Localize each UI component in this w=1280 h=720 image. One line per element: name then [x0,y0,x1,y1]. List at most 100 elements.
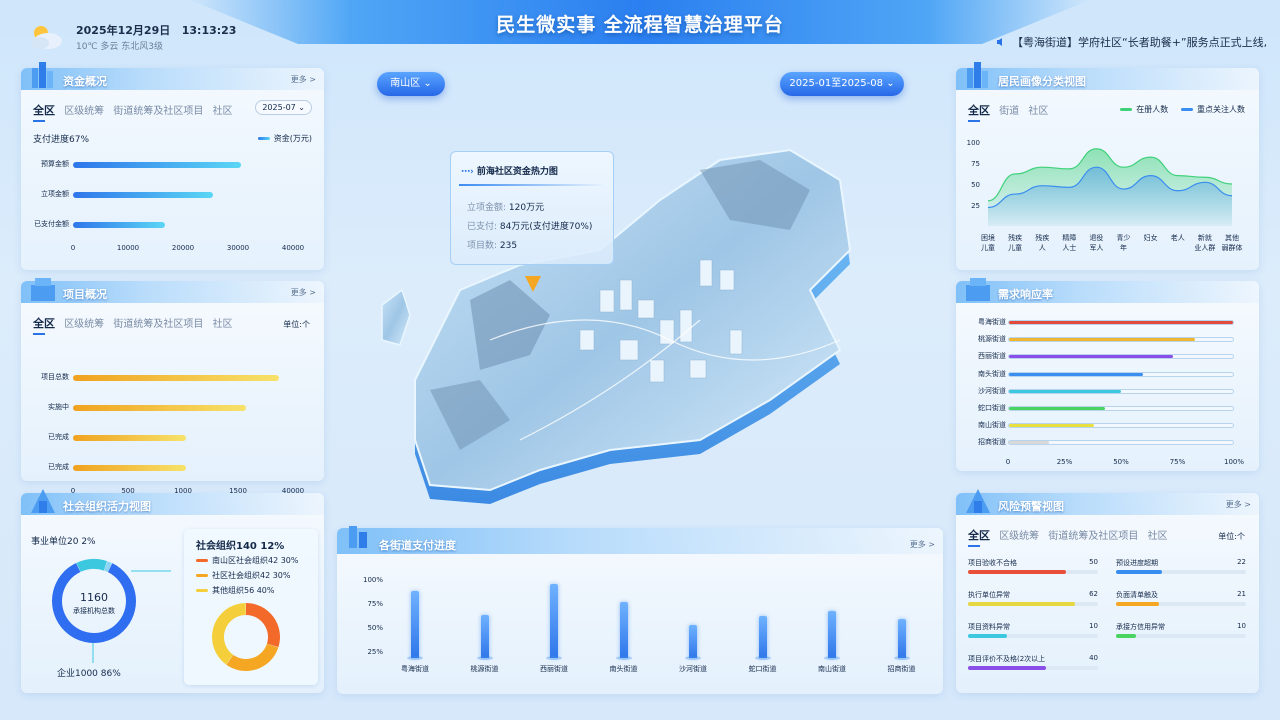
bar-label: 已完成 [48,433,69,441]
tab-street[interactable]: 街道统筹及社区项目 [113,106,203,117]
tab-street[interactable]: 街道统筹及社区项目 [113,319,203,330]
tab-all[interactable]: 全区 [968,529,990,542]
date-range-dropdown[interactable]: 2025-01至2025-08 ⌄ [780,72,904,96]
risk-item-value: 10 [1237,622,1246,630]
risk-item-label: 项目评价不及格(2次以上 [968,655,1046,663]
y-axis-tick: 25 [971,202,980,210]
donut-slice [246,603,280,648]
bar-track [1008,423,1234,429]
bar-label: 预算金额 [41,160,69,168]
tooltip-title: ⋯› 前海社区资金热力图 [461,167,558,177]
tab-community[interactable]: 社区 [213,106,233,117]
social-org-donut [212,603,280,671]
risk-item-label: 项目验收不合格 [968,559,1017,567]
axis-tick: 20000 [171,244,195,252]
column-bar [550,583,558,658]
bar-label: 南山街道 [978,421,1006,430]
column-bar [480,614,489,658]
tab-street[interactable]: 街道 [999,106,1019,117]
unit-label: 单位:个 [283,320,310,329]
axis-tick: 30000 [226,244,250,252]
tab-all[interactable]: 全区 [33,317,55,330]
panel-title: 需求响应率 [998,288,1053,301]
bar-fill [1009,389,1121,393]
risk-fill [1116,570,1162,574]
panel-header: 社会组织活力视图 [21,489,324,515]
tab-all[interactable]: 全区 [968,104,990,117]
more-link[interactable]: 更多 > [1226,499,1251,510]
column-base [893,656,910,660]
column-bar [758,616,767,658]
tab-district[interactable]: 区级统筹 [64,319,104,330]
tab-community[interactable]: 社区 [213,319,233,330]
residents-tabs: 全区 街道 社区 [968,102,1054,118]
bar-track [1008,320,1234,325]
tab-street[interactable]: 街道统筹及社区项目 [1048,531,1138,542]
funds-panel: 资金概况 更多 > 全区 区级统筹 街道统筹及社区项目 社区 2025-07 ⌄… [21,62,324,270]
panel-title: 社会组织活力视图 [63,500,151,513]
district-dropdown[interactable]: 南山区 ⌄ [377,72,445,96]
panel-header: 需求响应率 [956,278,1259,303]
tab-district[interactable]: 区级统筹 [999,531,1039,542]
bar-label: 蛇口街道 [978,404,1006,412]
orgs-panel: 社会组织活力视图 1160 承接机构总数 事业单位20 2% 企业1000 86… [21,489,324,693]
tab-community[interactable]: 社区 [1028,106,1048,117]
panel-header: 风险预警视图 更多 > [956,489,1259,515]
risk-item-label: 负面清单触及 [1116,591,1158,599]
social-org-title: 社会组织140 12% [196,541,285,552]
risk-track [1116,602,1246,606]
column-label: 西丽街道 [540,665,568,673]
risk-fill [968,570,1066,574]
bar-label: 已支付金额 [34,220,69,228]
y-axis-tick: 50% [367,624,383,632]
bar-label: 已完成 [48,463,69,471]
column-label: 粤海街道 [401,665,429,673]
tab-community[interactable]: 社区 [1148,531,1168,542]
bar-fill [1009,407,1106,410]
legend-item: 社区社会组织42 30% [196,570,299,581]
panel-title: 居民画像分类视图 [998,75,1086,88]
bar [73,162,241,168]
more-link[interactable]: 更多 > [910,539,935,550]
axis-tick: 100% [1223,458,1244,466]
column-base [407,656,423,660]
bar-label: 沙河街道 [978,386,1006,395]
tab-district[interactable]: 区级统筹 [64,106,104,117]
donut-slice [212,603,246,665]
risk-tabs: 全区 区级统筹 街道统筹及社区项目 社区 [968,527,1174,543]
risk-fill [968,602,1075,606]
y-axis-tick: 25% [367,648,383,656]
axis-tick: 0 [70,244,76,252]
month-dropdown[interactable]: 2025-07 ⌄ [255,100,312,115]
column-label: 蛇口街道 [748,665,777,673]
column-base [476,656,493,660]
cloudy-sun-icon [31,26,62,49]
building-icon [32,62,53,88]
bar [73,192,214,198]
tab-all[interactable]: 全区 [33,104,55,117]
column-label: 沙河街道 [679,665,707,673]
risk-track [968,666,1098,670]
bar-label: 桃源街道 [978,335,1006,344]
projects-panel: 项目概况 更多 > 全区 区级统筹 街道统筹及社区项目 社区 单位:个 项目总数… [21,278,324,495]
bar-track [1008,354,1234,360]
news-ticker[interactable]: 【粤海街道】学府社区“长者助餐+”服务点正式上线, [996,34,1280,48]
risk-track [968,634,1098,638]
axis-tick: 25% [1056,458,1073,466]
bar-fill [1009,424,1095,428]
risk-track [968,570,1098,574]
residents-legend: 在册人数 重点关注人数 [1120,104,1245,115]
risk-track [968,602,1098,606]
bar [73,465,187,471]
funds-tabs: 全区 区级统筹 街道统筹及社区项目 社区 [33,102,239,118]
bar-fill [1009,355,1173,359]
donut-total-label: 承接机构总数 [73,606,115,615]
more-link[interactable]: 更多 > [291,74,316,85]
bar-fill [1009,321,1233,324]
column-base [685,656,701,660]
axis-tick: 50% [1113,458,1129,466]
more-link[interactable]: 更多 > [291,287,316,298]
risk-item-value: 21 [1237,590,1246,598]
column-bar [619,602,628,658]
y-axis-tick: 50 [971,181,980,189]
